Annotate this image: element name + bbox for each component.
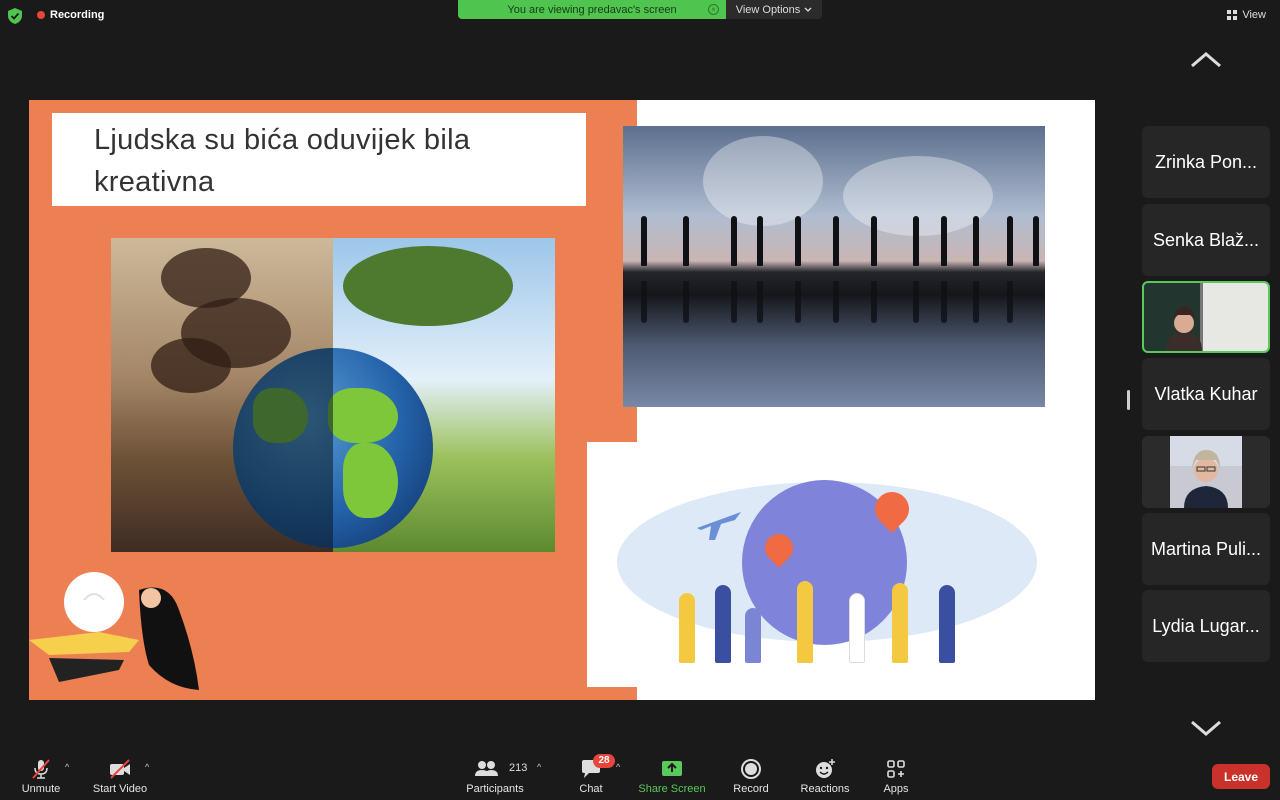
start-video-label: Start Video [92, 783, 148, 795]
reactions-button[interactable]: Reactions [796, 752, 854, 800]
participant-video [1170, 436, 1242, 508]
unmute-button[interactable]: Unmute [17, 752, 65, 800]
apps-icon [887, 760, 905, 778]
participant-name: Zrinka Pon... [1154, 151, 1258, 172]
leave-button[interactable]: Leave [1212, 764, 1270, 789]
chat-label: Chat [579, 783, 603, 795]
security-shield-icon[interactable] [8, 8, 22, 24]
record-label: Record [733, 783, 769, 795]
slide-title-line1: Ljudska su bića oduvijek bila [94, 124, 471, 156]
participants-button[interactable]: Participants [462, 752, 528, 800]
video-off-icon [110, 759, 130, 779]
participant-name: Martina Puli... [1150, 538, 1262, 559]
polluted-vs-green-earth-image [111, 238, 555, 552]
participant-name: Senka Blaž... [1152, 229, 1260, 250]
microphone-muted-icon [32, 759, 50, 779]
participants-options-caret-icon[interactable]: ^ [537, 762, 541, 772]
record-button[interactable]: Record [728, 752, 774, 800]
slide-title-box: Ljudska su bića oduvijek bila kreativna [52, 113, 586, 206]
participant-name: Vlatka Kuhar [1154, 383, 1258, 404]
participant-name: Lydia Lugar... [1152, 615, 1260, 636]
viewing-screen-banner: You are viewing predavac's screen × [458, 0, 726, 19]
chat-unread-badge: 28 [593, 754, 615, 768]
participants-icon [475, 761, 498, 776]
gallery-scroll-down-icon[interactable] [1190, 718, 1222, 738]
participants-label: Participants [466, 783, 524, 795]
view-options-button[interactable]: View Options [726, 0, 822, 19]
start-video-button[interactable]: Start Video [90, 752, 150, 800]
global-travel-illustration [587, 442, 1067, 687]
emoji-smile-icon [816, 759, 835, 778]
recording-dot-icon [37, 11, 45, 19]
meeting-toolbar: Unmute ^ Start Video ^ Participants 213 … [0, 752, 1280, 800]
slide-title-line2: kreativna [94, 166, 215, 198]
reactions-label: Reactions [800, 783, 850, 795]
participant-video-tile-active-speaker[interactable] [1142, 281, 1270, 353]
zoom-meeting-window: Recording You are viewing predavac's scr… [0, 0, 1280, 800]
view-button[interactable]: View [1227, 9, 1266, 21]
participant-video [1144, 283, 1268, 351]
unmute-label: Unmute [21, 783, 61, 795]
recording-indicator[interactable]: Recording [37, 9, 104, 21]
apps-label: Apps [883, 783, 909, 795]
gallery-resize-handle[interactable] [1127, 390, 1130, 410]
participant-tile[interactable]: Senka Blaž... [1142, 204, 1270, 276]
participant-tile[interactable]: Vlatka Kuhar [1142, 358, 1270, 430]
share-screen-icon [662, 761, 682, 776]
chevron-down-icon [804, 7, 812, 12]
record-icon [741, 759, 761, 779]
video-options-caret-icon[interactable]: ^ [145, 762, 149, 772]
share-screen-label: Share Screen [638, 783, 706, 795]
shared-screen-slide: Ljudska su bića oduvijek bila kreativna [29, 100, 1095, 700]
view-options-label: View Options [735, 3, 801, 16]
gallery-scroll-up-icon[interactable] [1190, 50, 1222, 70]
recording-label: Recording [50, 9, 105, 21]
participant-tile[interactable]: Zrinka Pon... [1142, 126, 1270, 198]
audio-options-caret-icon[interactable]: ^ [65, 762, 69, 772]
banner-close-icon[interactable]: × [708, 4, 719, 15]
view-label: View [1242, 9, 1266, 21]
participant-video-tile[interactable] [1142, 436, 1270, 508]
woman-with-lightbulb-illustration [29, 572, 199, 690]
participant-tile[interactable]: Martina Puli... [1142, 513, 1270, 585]
share-screen-button[interactable]: Share Screen [634, 752, 710, 800]
grid-view-icon [1227, 10, 1238, 20]
airplane-icon [697, 512, 741, 540]
people-walking-silhouette-photo [623, 126, 1045, 407]
viewing-banner-text: You are viewing predavac's screen [507, 3, 677, 16]
apps-button[interactable]: Apps [874, 752, 918, 800]
chat-options-caret-icon[interactable]: ^ [616, 762, 620, 772]
participants-count: 213 [509, 762, 528, 774]
participant-tile[interactable]: Lydia Lugar... [1142, 590, 1270, 662]
globe-icon [233, 348, 433, 548]
